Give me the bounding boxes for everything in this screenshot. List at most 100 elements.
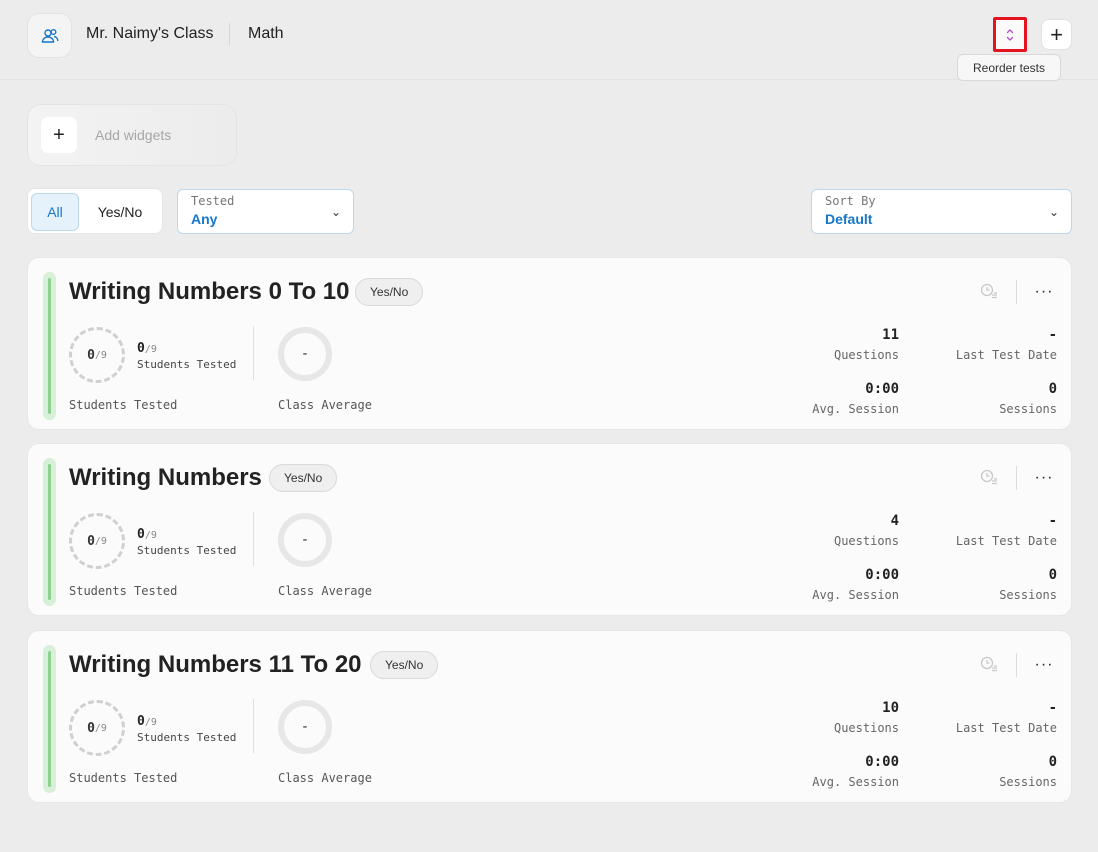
sessions-value: 0 <box>1048 567 1057 583</box>
questions-value: 4 <box>890 513 899 529</box>
card-section-divider <box>253 512 254 566</box>
class-average-label: Class Average <box>278 398 372 412</box>
tested-count: 0 <box>137 714 145 729</box>
last-test-date-value: - <box>1048 513 1057 529</box>
questions-value: 10 <box>882 700 899 716</box>
tested-count-summary: 0/9 <box>137 527 157 542</box>
filter-all-button[interactable]: All <box>31 193 79 231</box>
add-test-button[interactable]: + <box>1041 19 1072 50</box>
sessions-label: Sessions <box>999 775 1057 789</box>
last-test-date-value: - <box>1048 700 1057 716</box>
questions-label: Questions <box>833 348 899 362</box>
add-widget-button[interactable]: + <box>41 117 77 153</box>
sessions-label: Sessions <box>999 588 1057 602</box>
students-tested-label: Students Tested <box>69 398 178 412</box>
last-test-date-label: Last Test Date <box>955 721 1057 735</box>
card-icon-divider <box>1016 466 1017 490</box>
tested-select-value: Any <box>191 211 218 227</box>
chevron-down-icon: ⌄ <box>1048 205 1059 219</box>
avg-session-label: Avg. Session <box>812 402 899 416</box>
tested-count: 0 <box>87 720 95 736</box>
total-students: /9 <box>94 535 107 547</box>
students-tested-ring: 0/9 <box>69 327 125 383</box>
last-test-date-stat: - Last Test Date <box>956 700 1057 735</box>
sort-select-label: Sort By <box>825 194 876 208</box>
avg-session-value: 0:00 <box>865 754 899 770</box>
class-name[interactable]: Mr. Naimy's Class <box>86 25 214 43</box>
test-card[interactable]: Writing Numbers 11 To 20 Yes/No ··· 0/9 … <box>27 630 1072 803</box>
test-type-badge: Yes/No <box>269 464 338 492</box>
history-icon[interactable] <box>979 468 999 488</box>
sort-select-value: Default <box>825 211 873 227</box>
last-test-date-value: - <box>1048 327 1057 343</box>
add-widgets-label[interactable]: Add widgets <box>95 127 171 143</box>
sessions-value: 0 <box>1048 754 1057 770</box>
filter-yesno-button[interactable]: Yes/No <box>82 193 158 231</box>
students-tested-caption: Students Tested <box>137 358 237 371</box>
tested-count-summary: 0/9 <box>137 714 157 729</box>
avg-session-stat: 0:00 Avg. Session <box>812 567 899 602</box>
reorder-tooltip: Reorder tests <box>957 54 1061 81</box>
questions-stat: 4 Questions <box>834 513 899 548</box>
subject-name[interactable]: Math <box>248 25 284 43</box>
questions-stat: 10 Questions <box>834 700 899 735</box>
test-type-badge: Yes/No <box>370 651 439 679</box>
history-icon[interactable] <box>979 655 999 675</box>
card-section-divider <box>253 699 254 753</box>
questions-label: Questions <box>833 534 899 548</box>
last-test-date-label: Last Test Date <box>955 534 1057 548</box>
test-title[interactable]: Writing Numbers 0 To 10 <box>69 278 350 306</box>
class-average-label: Class Average <box>278 771 372 785</box>
sessions-value: 0 <box>1048 381 1057 397</box>
users-icon[interactable] <box>27 13 72 58</box>
test-title[interactable]: Writing Numbers <box>69 464 262 492</box>
class-average-ring: - <box>278 513 332 567</box>
test-title[interactable]: Writing Numbers 11 To 20 <box>69 651 362 679</box>
total-students: /9 <box>144 344 157 355</box>
questions-stat: 11 Questions <box>834 327 899 362</box>
sort-select[interactable]: Sort By Default ⌄ <box>811 189 1072 234</box>
students-tested-caption: Students Tested <box>137 544 237 557</box>
students-tested-caption: Students Tested <box>137 731 237 744</box>
sessions-stat: 0 Sessions <box>999 754 1057 789</box>
last-test-date-stat: - Last Test Date <box>956 513 1057 548</box>
students-tested-ring: 0/9 <box>69 513 125 569</box>
sessions-stat: 0 Sessions <box>999 567 1057 602</box>
sessions-label: Sessions <box>999 402 1057 416</box>
reorder-tests-button[interactable] <box>993 17 1027 52</box>
test-card[interactable]: Writing Numbers 0 To 10 Yes/No ··· 0/9 0… <box>27 257 1072 430</box>
more-options-button[interactable]: ··· <box>1032 280 1056 304</box>
avg-session-stat: 0:00 Avg. Session <box>812 381 899 416</box>
questions-value: 11 <box>882 327 899 343</box>
tested-count: 0 <box>87 347 95 363</box>
test-card[interactable]: Writing Numbers Yes/No ··· 0/9 0/9 Stude… <box>27 443 1072 616</box>
total-students: /9 <box>144 530 157 541</box>
card-progress-bar <box>43 272 56 420</box>
page-header: Mr. Naimy's Class Math + Reorder tests <box>0 0 1098 81</box>
tested-count-summary: 0/9 <box>137 341 157 356</box>
last-test-date-stat: - Last Test Date <box>956 327 1057 362</box>
tested-count: 0 <box>137 341 145 356</box>
chevron-down-icon: ⌄ <box>330 205 341 219</box>
tested-count: 0 <box>137 527 145 542</box>
card-progress-bar <box>43 458 56 606</box>
avg-session-value: 0:00 <box>865 381 899 397</box>
more-options-button[interactable]: ··· <box>1032 653 1056 677</box>
card-icon-divider <box>1016 653 1017 677</box>
questions-label: Questions <box>833 721 899 735</box>
card-icon-divider <box>1016 280 1017 304</box>
students-tested-label: Students Tested <box>69 771 178 785</box>
total-students: /9 <box>94 722 107 734</box>
last-test-date-label: Last Test Date <box>955 348 1057 362</box>
card-progress-bar <box>43 645 56 793</box>
sessions-stat: 0 Sessions <box>999 381 1057 416</box>
students-tested-label: Students Tested <box>69 584 178 598</box>
class-average-ring: - <box>278 700 332 754</box>
history-icon[interactable] <box>979 282 999 302</box>
avg-session-value: 0:00 <box>865 567 899 583</box>
students-tested-ring: 0/9 <box>69 700 125 756</box>
tested-select[interactable]: Tested Any ⌄ <box>177 189 354 234</box>
more-options-button[interactable]: ··· <box>1032 466 1056 490</box>
avg-session-label: Avg. Session <box>812 588 899 602</box>
total-students: /9 <box>144 717 157 728</box>
